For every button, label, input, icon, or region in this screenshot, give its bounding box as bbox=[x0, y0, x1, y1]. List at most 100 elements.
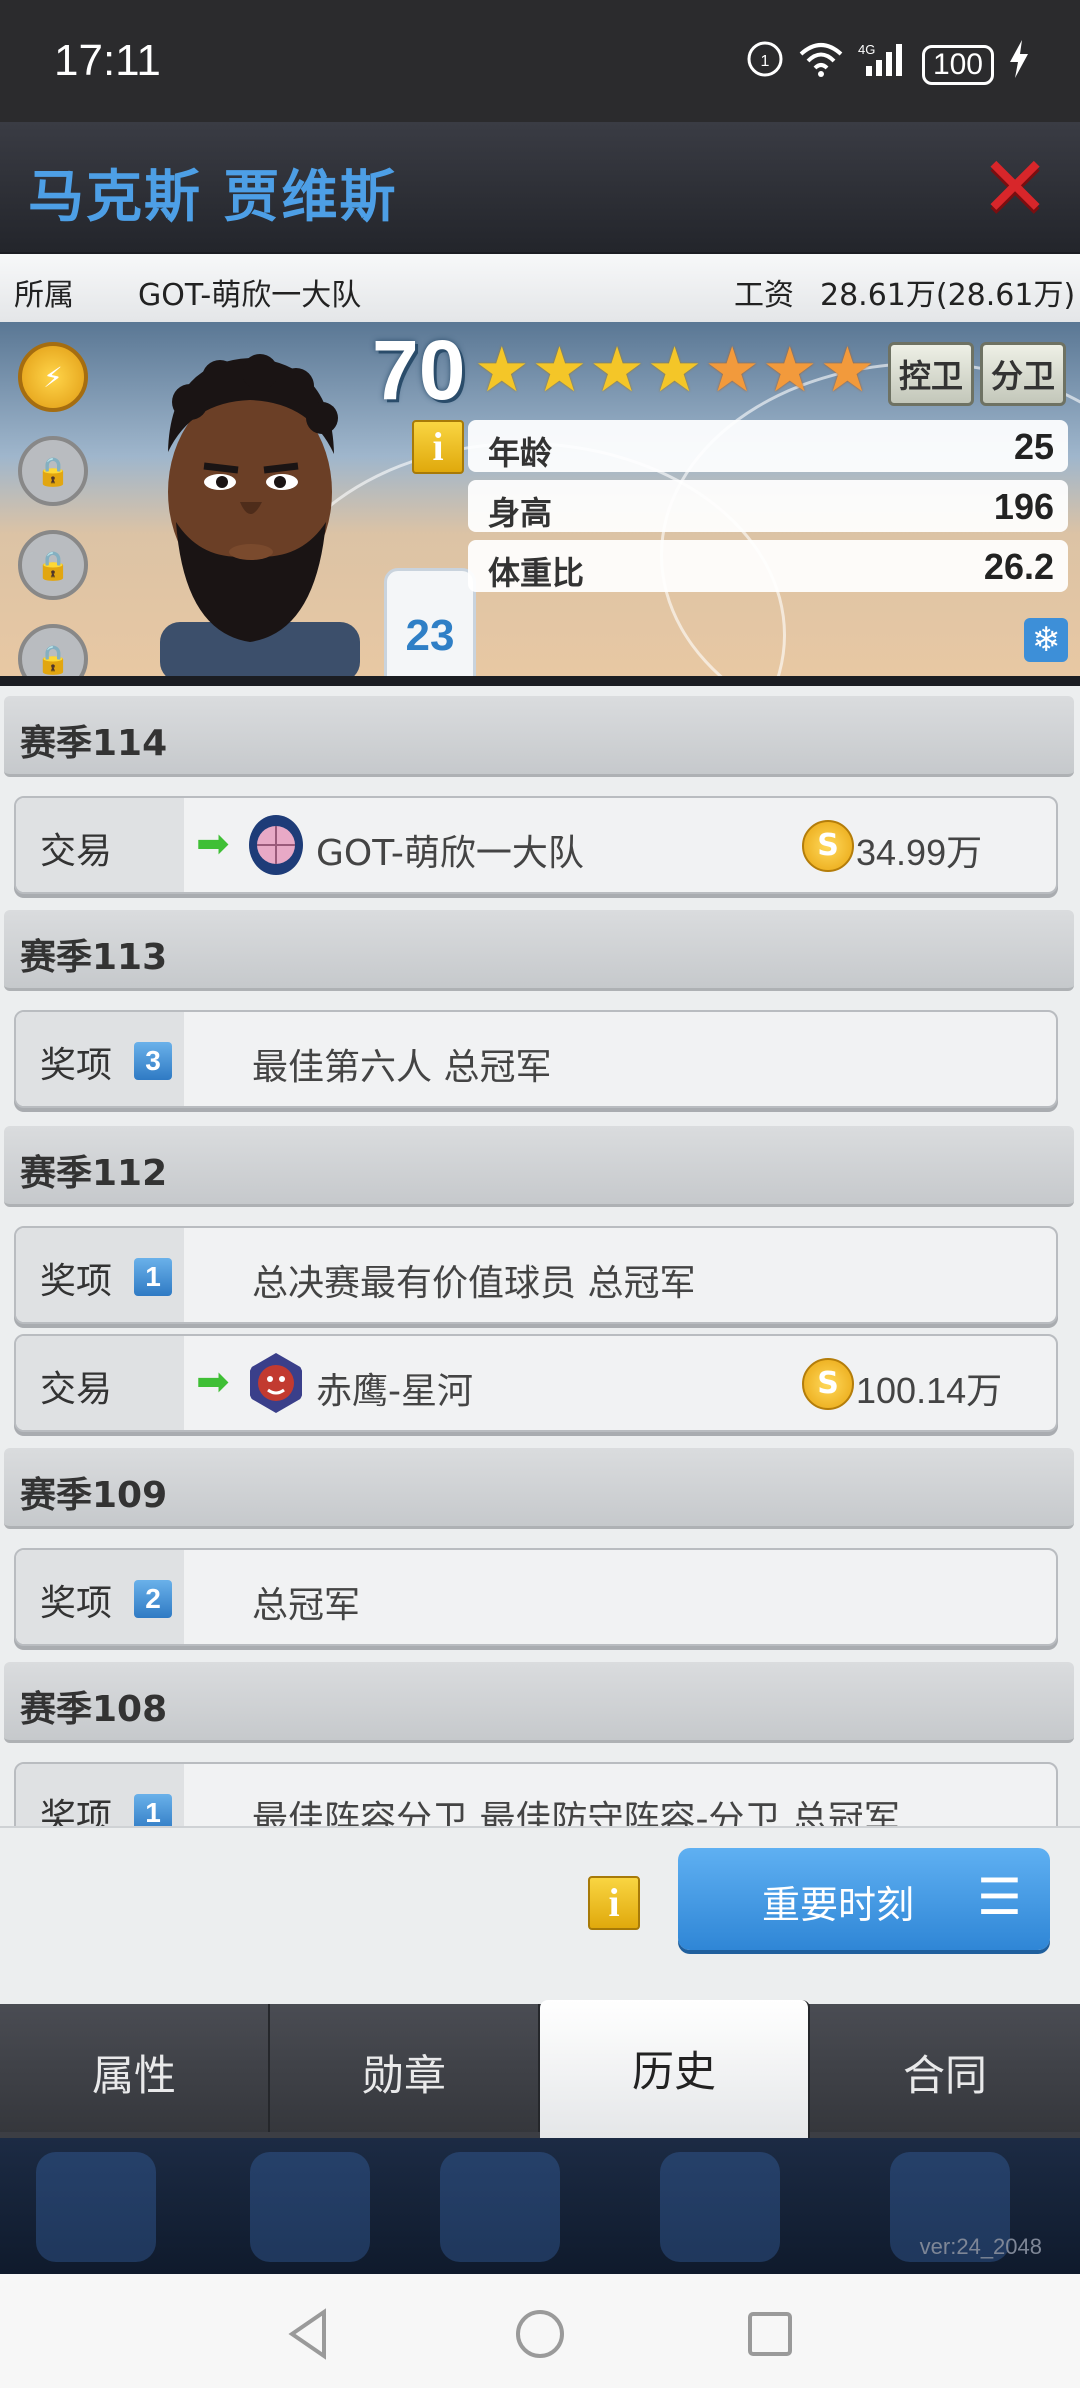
arrow-right-icon: ➡ bbox=[196, 821, 230, 867]
star-orange-icon: ★ bbox=[819, 333, 876, 406]
star-orange-icon: ★ bbox=[761, 333, 818, 406]
overall-rating: 70 bbox=[372, 323, 466, 417]
trade-team: 赤鹰-星河 bbox=[316, 1371, 473, 1412]
version-label: ver:24_2048 bbox=[919, 2234, 1042, 2259]
status-time: 17:11 bbox=[54, 36, 161, 85]
close-icon: ✕ bbox=[979, 138, 1051, 236]
position-tags: 控卫 分卫 bbox=[887, 342, 1066, 406]
salary-label: 工资 bbox=[734, 278, 794, 313]
locked-slot-icon[interactable]: 🔒 bbox=[18, 436, 88, 506]
system-navigation-bar bbox=[0, 2274, 1080, 2388]
entry-type: 奖项 bbox=[40, 1797, 113, 1826]
season-header: 赛季108 bbox=[4, 1662, 1074, 1743]
stat-weight-ratio: 体重比 26.2 bbox=[468, 540, 1068, 592]
jersey-number: 23 bbox=[405, 611, 455, 660]
entry-type: 交易 bbox=[40, 1369, 113, 1410]
stat-label: 身高 bbox=[488, 494, 553, 532]
team-logo-icon bbox=[249, 815, 303, 875]
season-header: 赛季112 bbox=[4, 1126, 1074, 1207]
entry-type: 交易 bbox=[40, 831, 113, 872]
season-title: 赛季109 bbox=[20, 1475, 168, 1516]
stat-age: 年龄 25 bbox=[468, 420, 1068, 472]
stat-label: 体重比 bbox=[488, 554, 585, 592]
trade-team: GOT-萌欣一大队 bbox=[316, 833, 584, 874]
trade-price: 100.14万 bbox=[856, 1370, 1003, 1411]
award-count-badge: 1 bbox=[134, 1794, 172, 1826]
star-rating: ★ ★ ★ ★ ★ ★ ★ bbox=[474, 338, 875, 402]
star-gold-icon: ★ bbox=[646, 333, 703, 406]
award-text: 总决赛最有价值球员 总冠军 bbox=[252, 1263, 696, 1304]
locked-slot-icon[interactable]: 🔒 bbox=[18, 624, 88, 676]
locked-slot-icon[interactable]: 🔒 bbox=[18, 530, 88, 600]
position-tag-pg: 控卫 bbox=[887, 342, 974, 406]
key-moments-button[interactable]: 重要时刻 ☰ bbox=[678, 1848, 1050, 1950]
status-icons: 1 4G 100 bbox=[746, 40, 1030, 89]
4g-signal-icon: 4G bbox=[858, 40, 908, 89]
recents-icon[interactable] bbox=[740, 2304, 800, 2364]
history-entry-trade: 交易 ➡ GOT-萌欣一大队 S 34.99万 bbox=[14, 796, 1058, 894]
player-card: ⚡ 🔒 🔒 🔒 23 70 ★ ★ ★ ★ ★ ★ ★ 控卫 分卫 i 年龄 25 身高 1… bbox=[0, 322, 1080, 676]
team-label: 所属 bbox=[14, 278, 74, 313]
dock-star-icon bbox=[36, 2152, 156, 2262]
star-gold-icon: ★ bbox=[474, 333, 530, 406]
season-header: 赛季109 bbox=[4, 1448, 1074, 1529]
position-tag-sg: 分卫 bbox=[979, 342, 1066, 406]
team-value: GOT-萌欣一大队 bbox=[138, 278, 362, 313]
history-entry-trade: 交易 ➡ 赤鹰-星河 S 100.14万 bbox=[14, 1334, 1058, 1432]
snowflake-icon[interactable]: ❄ bbox=[1024, 618, 1068, 662]
star-orange-icon: ★ bbox=[704, 333, 760, 406]
back-icon[interactable] bbox=[280, 2304, 340, 2364]
arrow-right-icon: ➡ bbox=[196, 1359, 230, 1405]
player-name: 马克斯 贾维斯 bbox=[28, 165, 398, 230]
hd-icon: 1 bbox=[746, 40, 784, 89]
jersey-icon: 23 bbox=[384, 568, 476, 676]
history-list[interactable]: 赛季114 交易 ➡ GOT-萌欣一大队 S 34.99万 赛季113 奖项 3… bbox=[0, 686, 1080, 1826]
player-info-button[interactable]: i bbox=[412, 420, 464, 474]
stat-label: 年龄 bbox=[488, 434, 553, 472]
tab-contract[interactable]: 合同 bbox=[810, 2004, 1080, 2132]
season-title: 赛季113 bbox=[20, 937, 168, 978]
player-avatar bbox=[160, 354, 360, 676]
stat-value: 196 bbox=[993, 486, 1054, 527]
svg-text:1: 1 bbox=[760, 53, 769, 70]
dock-shop-icon bbox=[250, 2152, 370, 2262]
svg-text:4G: 4G bbox=[858, 42, 875, 57]
player-info-strip: 所属 GOT-萌欣一大队 工资 28.61万(28.61万) bbox=[0, 254, 1080, 324]
bottom-panel: i 重要时刻 ☰ bbox=[0, 1826, 1080, 2006]
battery-icon: 100 bbox=[921, 44, 994, 85]
history-info-button[interactable]: i bbox=[588, 1876, 640, 1930]
tab-label: 历史 bbox=[631, 2047, 716, 2096]
close-button[interactable]: ✕ bbox=[979, 138, 1051, 236]
stat-height: 身高 196 bbox=[468, 480, 1068, 532]
salary-value: 28.61万(28.61万) bbox=[820, 278, 1076, 313]
player-header: 马克斯 贾维斯 ✕ bbox=[0, 122, 1080, 252]
skill-badge-icon[interactable]: ⚡ bbox=[18, 342, 88, 412]
home-icon[interactable] bbox=[510, 2304, 570, 2364]
tab-label: 勋章 bbox=[361, 2051, 446, 2100]
award-count-badge: 3 bbox=[134, 1042, 172, 1080]
key-moments-label: 重要时刻 bbox=[762, 1883, 915, 1927]
tab-badges[interactable]: 勋章 bbox=[270, 2004, 540, 2132]
star-gold-icon: ★ bbox=[589, 333, 645, 406]
badge-slots: ⚡ 🔒 🔒 🔒 bbox=[18, 342, 88, 676]
stat-value: 26.2 bbox=[983, 546, 1054, 587]
coin-icon: S bbox=[802, 1358, 854, 1410]
trade-price: 34.99万 bbox=[856, 832, 983, 873]
history-entry-award: 奖项 1 总决赛最有价值球员 总冠军 bbox=[14, 1226, 1058, 1324]
history-entry-award: 奖项 3 最佳第六人 总冠军 bbox=[14, 1010, 1058, 1108]
award-count-badge: 1 bbox=[134, 1258, 172, 1296]
tab-bar: 属性 勋章 历史 合同 bbox=[0, 2000, 1080, 2140]
charging-icon bbox=[1008, 40, 1030, 89]
award-text: 总冠军 bbox=[252, 1585, 361, 1626]
coin-icon: S bbox=[802, 820, 854, 872]
team-logo-icon bbox=[250, 1353, 302, 1413]
background-dock: ver:24_2048 bbox=[0, 2138, 1080, 2274]
tab-attributes[interactable]: 属性 bbox=[0, 2004, 270, 2132]
star-gold-icon: ★ bbox=[531, 333, 588, 406]
tab-history[interactable]: 历史 bbox=[540, 2000, 810, 2140]
history-entry-award: 奖项 1 最佳阵容分卫 最佳防守阵容-分卫 总冠军 bbox=[14, 1762, 1058, 1826]
season-header: 赛季114 bbox=[4, 696, 1074, 777]
award-count-badge: 2 bbox=[134, 1580, 172, 1618]
award-text: 最佳阵容分卫 最佳防守阵容-分卫 总冠军 bbox=[252, 1799, 900, 1826]
season-title: 赛季114 bbox=[20, 723, 168, 764]
